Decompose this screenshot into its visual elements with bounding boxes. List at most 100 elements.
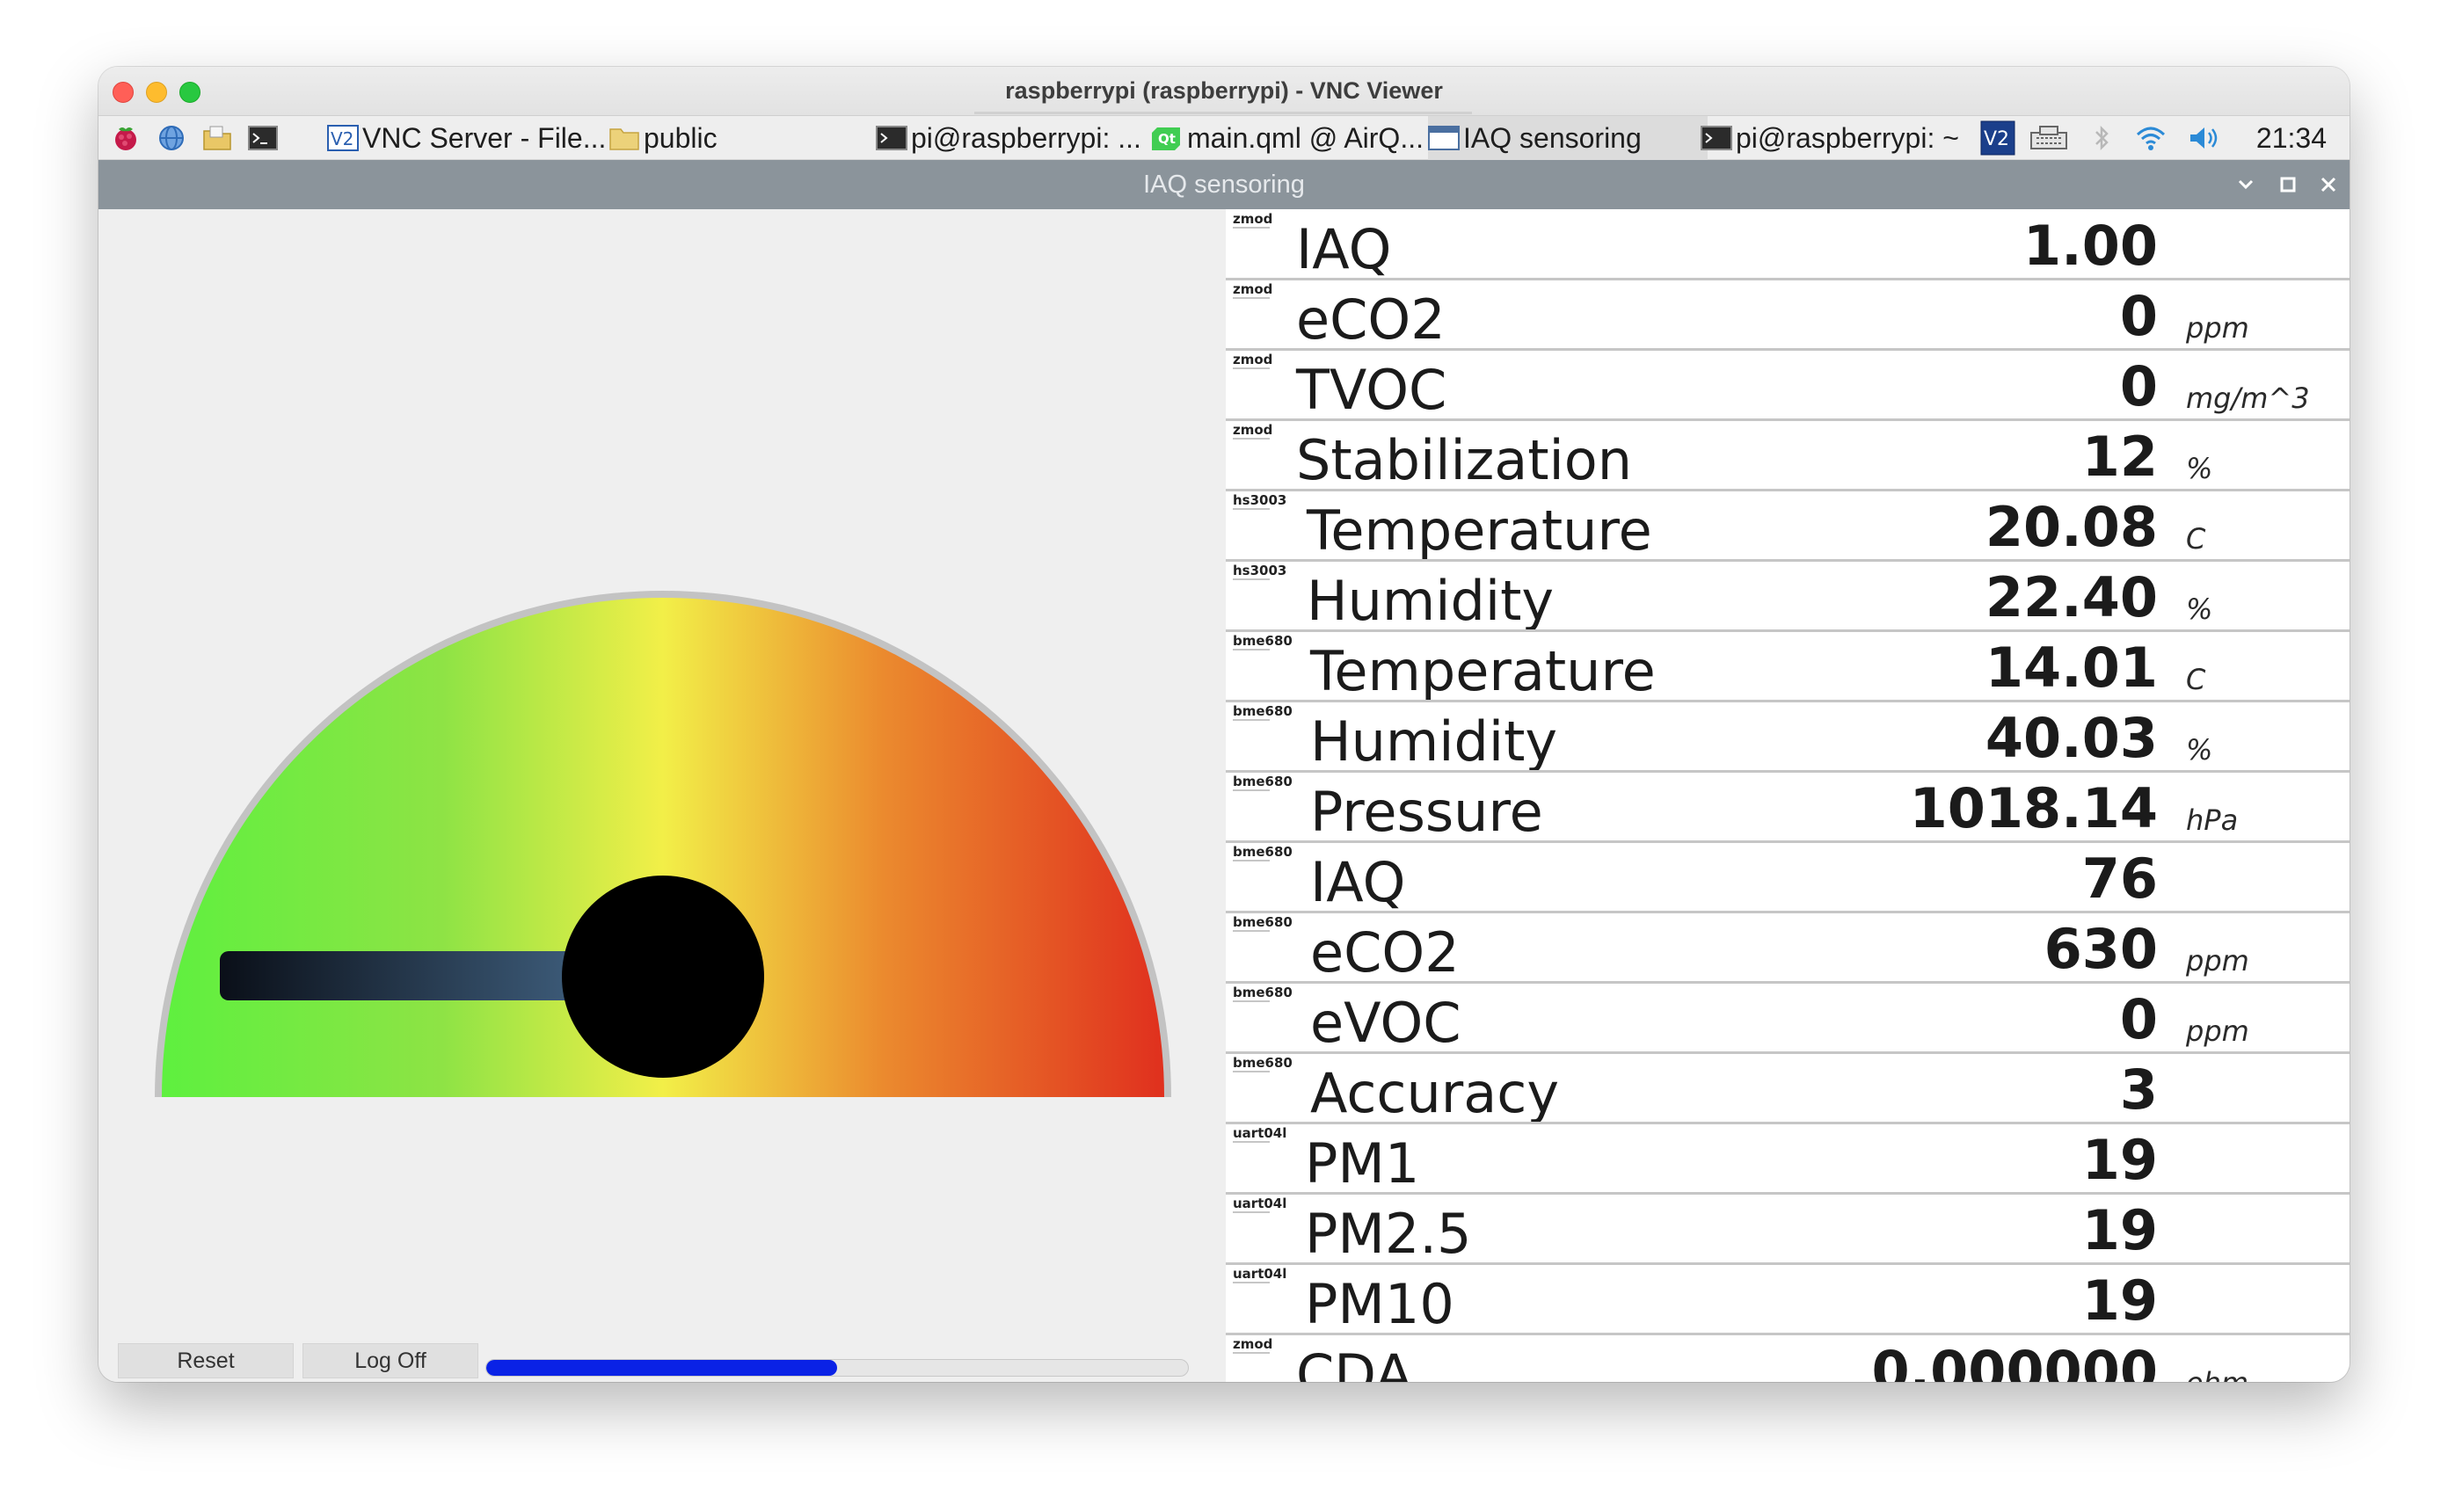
reading-unit: % xyxy=(2186,452,2213,485)
source-underline xyxy=(1233,649,1270,651)
reading-value: 1.00 xyxy=(2023,214,2158,278)
reading-row: bme680 Temperature 14.01 C xyxy=(1226,631,2350,703)
reading-label: eVOC xyxy=(1310,991,1461,1055)
taskbar-button-label: IAQ sensoring xyxy=(1463,121,1642,154)
raspberry-pi-taskbar: V2 VNC Server - File... public pi@raspbe… xyxy=(98,116,2350,160)
volume-icon[interactable] xyxy=(2188,124,2223,152)
reading-row: zmod eCO2 0 ppm xyxy=(1226,280,2350,352)
keyboard-icon[interactable] xyxy=(2029,124,2068,152)
reading-unit: ppm xyxy=(2186,311,2249,345)
source-underline xyxy=(1233,578,1270,580)
reading-value: 19 xyxy=(2081,1198,2158,1262)
sensor-source-label: zmod xyxy=(1233,281,1273,297)
web-browser-icon[interactable] xyxy=(157,124,186,152)
taskbar-button-qt-creator[interactable]: Qt main.qml @ AirQ... xyxy=(1152,116,1426,160)
taskbar-button-label: main.qml @ AirQ... xyxy=(1187,121,1424,154)
reading-label: TVOC xyxy=(1296,358,1447,422)
vnc-viewer-window: raspberrypi (raspberrypi) - VNC Viewer V… xyxy=(98,67,2350,1382)
reading-value: 19 xyxy=(2081,1268,2158,1333)
source-underline xyxy=(1233,789,1270,791)
mac-titlebar[interactable]: raspberrypi (raspberrypi) - VNC Viewer xyxy=(98,67,2350,116)
reading-row: zmod TVOC 0 mg/m^3 xyxy=(1226,350,2350,422)
terminal-launcher-icon[interactable] xyxy=(248,124,278,152)
reading-row: zmod CDA 0.000000 ohm xyxy=(1226,1334,2350,1382)
taskbar-button-label: pi@raspberrypi: ~ xyxy=(1736,121,1959,154)
reading-value: 14.01 xyxy=(1985,636,2158,700)
reading-label: Pressure xyxy=(1310,780,1543,844)
reading-label: Temperature xyxy=(1307,498,1652,563)
source-underline xyxy=(1233,930,1270,932)
source-underline xyxy=(1233,438,1270,440)
reading-value: 0 xyxy=(2119,987,2158,1051)
log-progress-fill xyxy=(486,1360,837,1376)
sensor-source-label: uart04l xyxy=(1233,1266,1287,1282)
reading-unit: C xyxy=(2186,522,2206,556)
reading-label: eCO2 xyxy=(1296,287,1446,352)
maximize-app-button[interactable] xyxy=(2272,169,2304,200)
taskbar-button-terminal-2[interactable]: pi@raspberrypi: ~ xyxy=(1701,116,1964,160)
reset-button[interactable]: Reset xyxy=(118,1343,294,1378)
source-underline xyxy=(1233,860,1270,861)
reading-unit: % xyxy=(2186,733,2213,767)
reading-label: IAQ xyxy=(1310,850,1406,914)
reading-row: bme680 Pressure 1018.14 hPa xyxy=(1226,772,2350,844)
minimize-app-button[interactable] xyxy=(2230,169,2262,200)
reading-row: uart04l PM10 19 xyxy=(1226,1264,2350,1336)
sensor-source-label: bme680 xyxy=(1233,774,1293,789)
log-progress-bar xyxy=(485,1359,1189,1377)
vnc-tray-icon[interactable]: V2 xyxy=(1980,120,2015,156)
vnc-icon: V2 xyxy=(327,125,359,151)
reading-label: PM2.5 xyxy=(1305,1202,1472,1266)
reading-unit: hPa xyxy=(2186,803,2239,837)
sensor-source-label: hs3003 xyxy=(1233,492,1287,508)
app-titlebar[interactable]: IAQ sensoring xyxy=(98,160,2350,209)
reading-row: zmod Stabilization 12% xyxy=(1226,420,2350,491)
reading-value: 0.000000 xyxy=(1871,1339,2158,1383)
sensor-source-label: zmod xyxy=(1233,211,1273,227)
readings-table: zmod IAQ 1.00 zmod eCO2 0 ppm zmod TVOC 0 mg/m^3 zm… xyxy=(1226,209,2350,1382)
chevron-down-icon xyxy=(2238,179,2254,190)
log-off-button[interactable]: Log Off xyxy=(302,1343,478,1378)
taskbar-button-label: pi@raspberrypi: ... xyxy=(911,121,1140,154)
folder-icon xyxy=(609,128,639,150)
taskbar-button-iaq-sensoring[interactable]: IAQ sensoring xyxy=(1428,116,1708,160)
sensor-source-label: bme680 xyxy=(1233,914,1293,930)
iaq-gauge xyxy=(155,591,1171,1097)
source-underline xyxy=(1233,1282,1270,1283)
reading-row: uart04l PM1 19 xyxy=(1226,1123,2350,1195)
close-icon xyxy=(2320,177,2336,193)
wifi-icon[interactable] xyxy=(2135,124,2167,152)
source-underline xyxy=(1233,1211,1270,1213)
taskbar-button-public[interactable]: public xyxy=(608,116,851,160)
reading-unit: ppm xyxy=(2186,944,2249,978)
bluetooth-icon[interactable] xyxy=(2091,124,2112,152)
reading-value: 0 xyxy=(2119,284,2158,348)
taskbar-button-vnc-server[interactable]: V2 VNC Server - File... xyxy=(327,116,607,160)
reading-row: zmod IAQ 1.00 xyxy=(1226,209,2350,280)
reading-unit: % xyxy=(2186,592,2213,626)
taskbar-button-terminal-1[interactable]: pi@raspberrypi: ... xyxy=(876,116,1140,160)
taskbar-clock[interactable]: 21:34 xyxy=(2256,116,2327,160)
raspberry-menu-icon[interactable] xyxy=(111,124,141,152)
file-manager-icon[interactable] xyxy=(202,124,232,152)
reading-label: PM10 xyxy=(1305,1272,1454,1336)
reading-unit: ohm xyxy=(2186,1366,2248,1382)
reading-value: 630 xyxy=(2044,917,2158,981)
gauge-pane: Reset Log Off xyxy=(98,209,1226,1382)
reading-label: Stabilization xyxy=(1296,428,1632,492)
reading-label: eCO2 xyxy=(1310,920,1460,985)
app-title: IAQ sensoring xyxy=(1143,171,1305,199)
source-underline xyxy=(1233,719,1270,721)
maximize-icon xyxy=(2280,177,2296,193)
source-underline xyxy=(1233,227,1270,229)
reading-row: bme680 Humidity 40.03% xyxy=(1226,701,2350,773)
sensor-source-label: bme680 xyxy=(1233,844,1293,860)
reading-row: bme680 eCO2 630 ppm xyxy=(1226,912,2350,985)
reading-value: 19 xyxy=(2081,1128,2158,1192)
reading-label: Temperature xyxy=(1310,639,1656,703)
reading-label: IAQ xyxy=(1296,217,1392,281)
close-app-button[interactable] xyxy=(2313,169,2344,200)
qt-creator-icon: Qt xyxy=(1152,127,1180,150)
reading-label: Accuracy xyxy=(1310,1061,1560,1125)
sensor-source-label: bme680 xyxy=(1233,633,1293,649)
